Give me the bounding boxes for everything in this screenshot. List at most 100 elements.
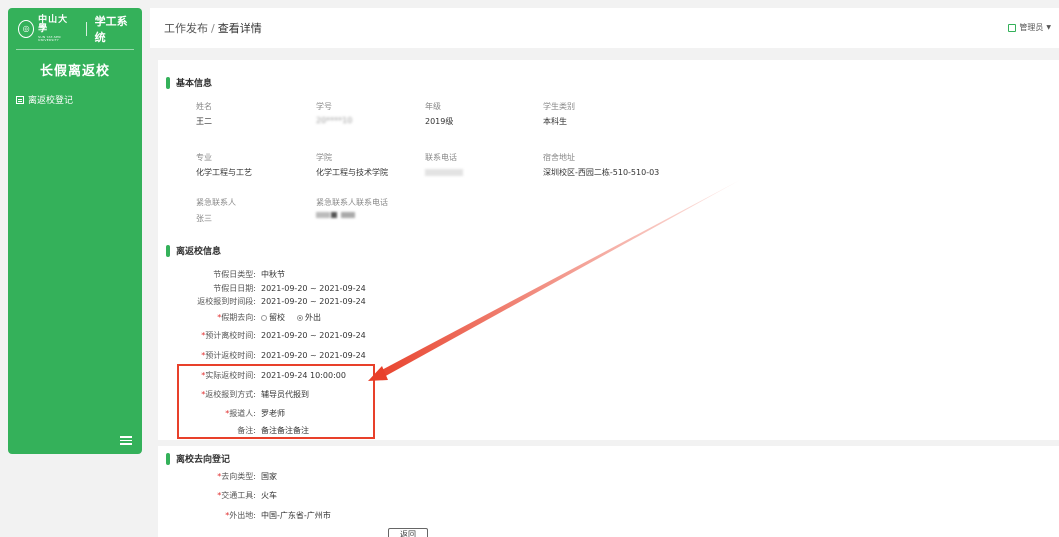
section-marker (166, 76, 170, 89)
emergency-phone-redacted-2 (331, 212, 337, 218)
college-label: 学院 (316, 153, 332, 162)
radio-stay-school[interactable]: 留校 (261, 312, 285, 323)
college-value: 化学工程与技术学院 (316, 168, 388, 177)
destination-row: *假期去向: 留校 外出 (186, 312, 333, 323)
breadcrumb-separator: / (211, 22, 215, 35)
user-name: 管理员 (1019, 23, 1044, 32)
emergency-contact-value: 张三 (196, 214, 212, 223)
emergency-phone-label: 紧急联系人联系电话 (316, 198, 388, 207)
calendar-icon (1008, 23, 1017, 32)
name-label: 姓名 (196, 102, 212, 111)
report-period-value: 2021-09-20 ~ 2021-09-24 (261, 297, 366, 306)
plan-leave-value: 2021-09-20 ~ 2021-09-24 (261, 331, 366, 340)
place-label: 外出地: (229, 511, 256, 520)
chevron-down-icon: ▼ (1046, 24, 1051, 31)
dest-type-label: 去向类型: (221, 472, 256, 481)
emergency-phone-redacted-1 (316, 212, 330, 218)
emergency-contact-label: 紧急联系人 (196, 198, 236, 207)
breadcrumb: 工作发布 / 查看详情 (164, 20, 262, 36)
plan-return-row: *预计返校时间: 2021-09-20 ~ 2021-09-24 (186, 350, 366, 361)
sidebar-item-label: 离返校登记 (28, 96, 74, 106)
report-period-label: 返校报到时间段: (197, 297, 256, 306)
phone-redacted (425, 169, 463, 176)
trip-card (158, 446, 1059, 537)
plan-leave-row: *预计离校时间: 2021-09-20 ~ 2021-09-24 (186, 330, 366, 341)
radio-out-label: 外出 (305, 313, 321, 322)
report-method-label: 返校报到方式: (205, 390, 256, 399)
holiday-type-row: 节假日类型: 中秋节 (186, 269, 285, 280)
breadcrumb-parent[interactable]: 工作发布 (164, 22, 208, 35)
radio-go-out[interactable]: 外出 (297, 312, 321, 323)
actual-return-row: *实际返校时间: 2021-09-24 10:00:00 (186, 370, 346, 381)
dest-type-value: 国家 (261, 472, 277, 481)
breadcrumb-current: 查看详情 (217, 22, 262, 35)
place-row: *外出地: 中国-广东省-广州市 (186, 510, 331, 521)
student-type-label: 学生类别 (543, 102, 575, 111)
plan-return-label: 预计返校时间: (205, 351, 256, 360)
grade-value: 2019级 (425, 117, 454, 126)
logo-cn: 中山大學 (38, 14, 69, 34)
list-icon (16, 95, 24, 104)
radio-icon (261, 314, 267, 321)
dorm-label: 宿舍地址 (543, 153, 575, 162)
sidebar-item-leave-register[interactable]: 离返校登记 (8, 93, 142, 106)
report-method-row: *返校报到方式: 辅导员代报到 (186, 389, 309, 400)
section-trip-info: 离校去向登记 (166, 452, 230, 465)
reporter-value: 罗老师 (261, 409, 285, 418)
section-title: 离返校信息 (176, 247, 222, 257)
actual-return-value: 2021-09-24 10:00:00 (261, 371, 346, 380)
transport-row: *交通工具: 火车 (186, 490, 277, 501)
university-logo: ◎ 中山大學 SUN YAT-SEN UNIVERSITY (18, 14, 78, 42)
reporter-row: *报道人: 罗老师 (186, 408, 285, 419)
dorm-value: 深圳校区-西园二栋-510-510-03 (543, 168, 660, 177)
sidebar: ◎ 中山大學 SUN YAT-SEN UNIVERSITY 学工系统 长假离返校… (8, 8, 142, 454)
phone-label: 联系电话 (425, 153, 457, 162)
plan-leave-label: 预计离校时间: (205, 331, 256, 340)
student-id-label: 学号 (316, 102, 332, 111)
student-type-value: 本科生 (543, 117, 567, 126)
report-period-row: 返校报到时间段: 2021-09-20 ~ 2021-09-24 (186, 296, 366, 307)
holiday-date-row: 节假日日期: 2021-09-20 ~ 2021-09-24 (186, 283, 366, 294)
holiday-type-label: 节假日类型: (213, 270, 256, 279)
transport-value: 火车 (261, 491, 277, 500)
student-id-value: 20****10 (316, 116, 353, 125)
destination-label: 假期去向: (221, 313, 256, 322)
report-method-value: 辅导员代报到 (261, 390, 309, 399)
transport-label: 交通工具: (221, 491, 256, 500)
holiday-date-value: 2021-09-20 ~ 2021-09-24 (261, 284, 366, 293)
radio-checked-icon (297, 314, 303, 321)
top-header: 工作发布 / 查看详情 管理员 ▼ (150, 8, 1059, 48)
detail-card (158, 60, 1059, 440)
remark-row: 备注: 备注备注备注 (186, 425, 309, 436)
holiday-date-label: 节假日日期: (213, 284, 256, 293)
name-value: 王二 (196, 117, 212, 126)
section-title: 基本信息 (176, 79, 213, 89)
major-value: 化学工程与工艺 (196, 168, 252, 177)
collapse-menu-icon[interactable] (120, 436, 132, 446)
grade-label: 年级 (425, 102, 441, 111)
holiday-type-value: 中秋节 (261, 270, 285, 279)
emergency-phone-redacted-3 (341, 212, 355, 218)
sidebar-header: ◎ 中山大學 SUN YAT-SEN UNIVERSITY 学工系统 (16, 8, 134, 50)
reporter-label: 报道人: (229, 409, 256, 418)
module-title: 长假离返校 (39, 64, 110, 79)
section-basic-info: 基本信息 (166, 76, 212, 89)
remark-label: 备注: (237, 426, 256, 435)
actual-return-label: 实际返校时间: (205, 371, 256, 380)
seal-icon: ◎ (18, 19, 35, 38)
section-marker (166, 244, 170, 257)
remark-value: 备注备注备注 (261, 426, 309, 435)
plan-return-value: 2021-09-20 ~ 2021-09-24 (261, 351, 366, 360)
user-menu[interactable]: 管理员 ▼ (1008, 22, 1051, 33)
system-name: 学工系统 (94, 14, 128, 44)
section-marker (166, 452, 170, 465)
section-title: 离校去向登记 (176, 455, 231, 465)
logo-en: SUN YAT-SEN UNIVERSITY (38, 34, 61, 42)
section-leave-info: 离返校信息 (166, 244, 221, 257)
back-button[interactable]: 返回 (388, 528, 428, 537)
radio-stay-label: 留校 (269, 313, 285, 322)
dest-type-row: *去向类型: 国家 (186, 471, 277, 482)
logo-divider (85, 21, 87, 36)
place-value: 中国-广东省-广州市 (261, 511, 331, 520)
major-label: 专业 (196, 153, 212, 162)
